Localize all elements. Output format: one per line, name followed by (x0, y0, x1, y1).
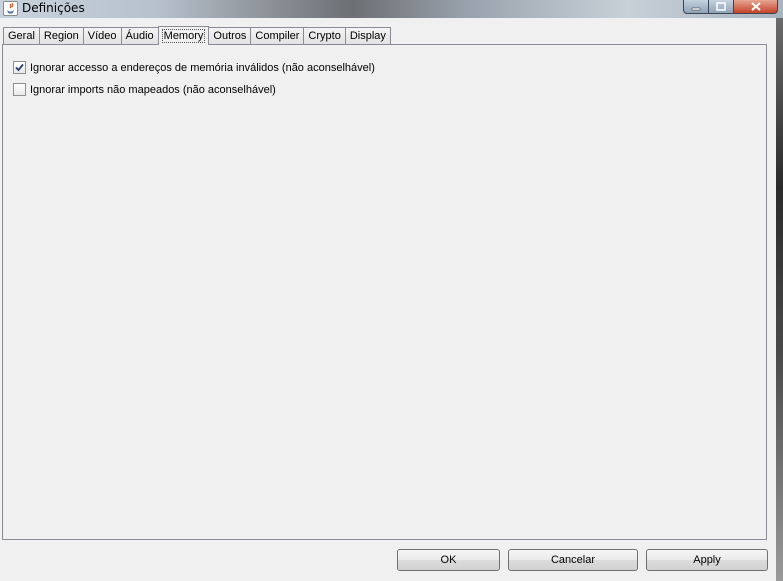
tab-label: Outros (213, 30, 247, 42)
tab-label: Memory (161, 29, 206, 43)
apply-button[interactable]: Apply (646, 549, 768, 571)
option-ignore-invalid-memory[interactable]: Ignorar accesso a endereços de memória i… (13, 61, 375, 74)
checkbox-label: Ignorar imports não mapeados (não aconse… (30, 83, 276, 96)
tab-display[interactable]: Display (344, 27, 391, 44)
window-title: Definições (22, 1, 85, 15)
tab-label: Áudio (125, 30, 154, 42)
tab-bar: Geral Region Vídeo Áudio Memory Outros C… (3, 26, 391, 45)
window-controls (683, 0, 778, 14)
checkbox-ignore-invalid-memory[interactable] (13, 61, 26, 74)
minimize-icon[interactable] (683, 0, 709, 14)
tab-label: Geral (8, 30, 35, 42)
desktop-background (776, 18, 783, 581)
tab-audio[interactable]: Áudio (120, 27, 159, 44)
tab-region[interactable]: Region (38, 27, 84, 44)
ok-button[interactable]: OK (397, 549, 500, 571)
tab-label: Crypto (308, 30, 341, 42)
tab-memory[interactable]: Memory (157, 26, 210, 45)
checkbox-label: Ignorar accesso a endereços de memória i… (30, 61, 375, 74)
cancel-button[interactable]: Cancelar (508, 549, 638, 571)
memory-settings-panel: Ignorar accesso a endereços de memória i… (2, 44, 767, 540)
tab-outros[interactable]: Outros (208, 27, 252, 44)
tab-label: Vídeo (87, 30, 117, 42)
java-cup-icon (3, 1, 18, 16)
checkbox-ignore-unmapped-imports[interactable] (13, 83, 26, 96)
maximize-icon[interactable] (709, 0, 734, 14)
option-ignore-unmapped-imports[interactable]: Ignorar imports não mapeados (não aconse… (13, 83, 276, 96)
tab-video[interactable]: Vídeo (82, 27, 122, 44)
tab-label: Display (349, 30, 386, 42)
tab-compiler[interactable]: Compiler (250, 27, 305, 44)
tab-geral[interactable]: Geral (3, 27, 40, 44)
tab-label: Compiler (255, 30, 300, 42)
tab-label: Region (43, 30, 79, 42)
tab-crypto[interactable]: Crypto (303, 27, 346, 44)
close-icon[interactable] (734, 0, 778, 14)
checkmark-icon (15, 63, 24, 72)
title-bar: Definições (0, 0, 783, 18)
